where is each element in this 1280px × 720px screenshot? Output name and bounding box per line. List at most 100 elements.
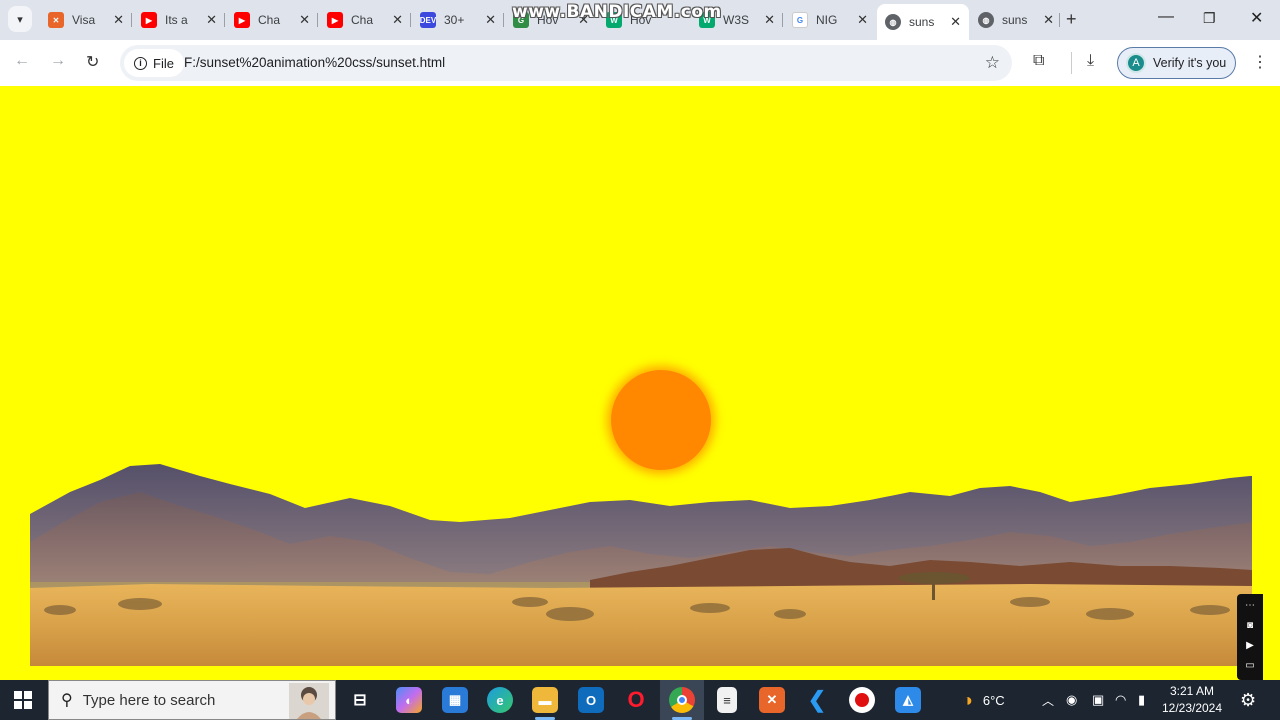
tab-nig[interactable]: G NIG ✕ bbox=[784, 4, 876, 36]
chrome-button[interactable] bbox=[669, 687, 695, 713]
system-clock[interactable]: 3:21 AM 12/23/2024 bbox=[1158, 683, 1226, 717]
extensions-button[interactable]: ⧉ bbox=[1033, 52, 1044, 70]
task-view-button[interactable]: ⊟ bbox=[347, 687, 373, 713]
tab-divider bbox=[782, 13, 783, 27]
clock-date: 12/23/2024 bbox=[1161, 701, 1223, 715]
close-tab-icon[interactable]: ✕ bbox=[857, 12, 868, 28]
address-bar[interactable]: i File F:/sunset%20animation%20css/sunse… bbox=[120, 45, 1012, 81]
close-icon: ✕ bbox=[1250, 10, 1264, 27]
url-text[interactable]: F:/sunset%20animation%20css/sunset.html bbox=[184, 55, 445, 70]
task-view-icon: ⊟ bbox=[353, 692, 367, 709]
reload-icon: ↻ bbox=[86, 54, 100, 71]
tray-app-button[interactable]: ◉ bbox=[1066, 680, 1077, 720]
page-viewport bbox=[0, 86, 1280, 680]
tab-30-plus[interactable]: DEV 30+ ✕ bbox=[412, 4, 504, 36]
tab-divider bbox=[410, 13, 411, 27]
close-tab-icon[interactable]: ✕ bbox=[113, 12, 124, 28]
more-icon[interactable]: ⋯ bbox=[1245, 596, 1255, 616]
photos-button[interactable]: ◭ bbox=[895, 687, 921, 713]
downloads-button[interactable]: ⤓ bbox=[1087, 52, 1094, 70]
tab-cha-1[interactable]: ▶ Cha ✕ bbox=[226, 4, 318, 36]
tab-label: NIG bbox=[816, 13, 838, 27]
notepad-button[interactable]: ≡ bbox=[717, 687, 737, 713]
copilot-button[interactable]: ◐ bbox=[396, 687, 422, 713]
tab-divider bbox=[131, 13, 132, 27]
weather-widget[interactable]: ◑ 6°C bbox=[962, 680, 1005, 720]
forward-button[interactable]: → bbox=[50, 52, 66, 70]
xampp-icon: ✕ bbox=[766, 692, 778, 707]
tab-cha-2[interactable]: ▶ Cha ✕ bbox=[319, 4, 411, 36]
close-window-button[interactable]: ✕ bbox=[1250, 8, 1263, 28]
gear-icon: ⚙ bbox=[1240, 689, 1257, 710]
photos-icon: ◭ bbox=[903, 692, 913, 707]
camera-icon[interactable]: ◙ bbox=[1247, 616, 1253, 636]
show-hidden-icons-button[interactable]: ︿ bbox=[1042, 680, 1054, 720]
reload-button[interactable]: ↻ bbox=[86, 52, 99, 72]
google-icon: G bbox=[792, 12, 808, 28]
start-button[interactable] bbox=[14, 691, 32, 709]
tab-divider bbox=[503, 13, 504, 27]
toolbar-divider bbox=[1071, 52, 1072, 74]
settings-button[interactable]: ⚙ bbox=[1240, 680, 1256, 720]
tab-sunset-active[interactable]: ◍ suns ✕ bbox=[877, 4, 969, 40]
dev-icon: DEV bbox=[420, 12, 436, 28]
close-tab-icon[interactable]: ✕ bbox=[1043, 12, 1054, 28]
browser-menu-button[interactable]: ⋮ bbox=[1252, 52, 1268, 72]
device-tray-button[interactable]: ▣ bbox=[1092, 680, 1104, 720]
network-button[interactable]: ◠ bbox=[1115, 680, 1126, 720]
opera-icon: O bbox=[627, 687, 645, 712]
file-explorer-button[interactable]: ▬ bbox=[532, 687, 558, 713]
windows-taskbar: ⚲ Type here to search ⊟ ◐ ▦ e ▬ O O ≡ ✕ … bbox=[0, 680, 1280, 720]
close-tab-icon[interactable]: ✕ bbox=[206, 12, 217, 28]
chevron-down-icon: ▾ bbox=[17, 13, 23, 26]
vscode-button[interactable]: ❮ bbox=[804, 687, 830, 713]
verify-label: Verify it's you bbox=[1153, 56, 1227, 70]
document-icon: ≡ bbox=[723, 692, 731, 708]
back-button[interactable]: ← bbox=[14, 52, 30, 70]
info-icon: i bbox=[134, 56, 147, 70]
minimize-button[interactable]: — bbox=[1158, 8, 1174, 26]
weather-temp: 6°C bbox=[982, 692, 1005, 708]
tab-divider bbox=[317, 13, 318, 27]
restore-button[interactable]: ❐ bbox=[1203, 10, 1216, 27]
opera-button[interactable]: O bbox=[623, 687, 649, 713]
tab-label: suns bbox=[909, 15, 935, 29]
tab-label: Visa bbox=[72, 13, 96, 27]
bandicam-button[interactable] bbox=[849, 687, 875, 713]
close-tab-icon[interactable]: ✕ bbox=[764, 12, 775, 28]
volume-button[interactable]: ▮ bbox=[1138, 680, 1145, 720]
taskbar-search[interactable]: ⚲ Type here to search bbox=[48, 680, 336, 720]
bandicam-watermark: www.BANDICAM.com bbox=[512, 2, 722, 22]
bookmark-star-icon[interactable]: ☆ bbox=[985, 53, 1000, 73]
arrow-right-icon: → bbox=[50, 52, 66, 69]
tab-divider bbox=[1059, 13, 1060, 27]
search-highlight-illustration bbox=[289, 683, 329, 719]
tab-search-button[interactable]: ▾ bbox=[8, 6, 32, 32]
desert-landscape-image bbox=[30, 464, 1252, 666]
close-tab-icon[interactable]: ✕ bbox=[299, 12, 310, 28]
microsoft-store-button[interactable]: ▦ bbox=[442, 687, 468, 713]
minimize-icon: — bbox=[1158, 8, 1174, 25]
tab-label: suns bbox=[1002, 13, 1028, 27]
close-tab-icon[interactable]: ✕ bbox=[950, 14, 961, 30]
chrome-icon bbox=[677, 695, 687, 705]
window-icon[interactable]: ▭ bbox=[1245, 656, 1254, 676]
youtube-icon: ▶ bbox=[327, 12, 343, 28]
tab-sunset[interactable]: ◍ suns ✕ bbox=[970, 4, 1062, 36]
close-tab-icon[interactable]: ✕ bbox=[485, 12, 496, 28]
site-info-button[interactable]: i File bbox=[124, 49, 184, 77]
xampp-icon: ✕ bbox=[48, 12, 64, 28]
tab-visa[interactable]: ✕ Visa ✕ bbox=[40, 4, 132, 36]
search-icon: ⚲ bbox=[61, 692, 73, 709]
video-camera-icon[interactable]: ▶ bbox=[1246, 636, 1254, 656]
copilot-icon: ◐ bbox=[405, 692, 413, 708]
verify-profile-button[interactable]: A Verify it's you bbox=[1117, 47, 1236, 79]
tab-strip: ▾ ✕ Visa ✕ ▶ Its a ✕ ▶ Cha ✕ ▶ Cha ✕ DEV… bbox=[0, 0, 1280, 40]
edge-button[interactable]: e bbox=[487, 687, 513, 713]
new-tab-button[interactable]: + bbox=[1066, 9, 1077, 30]
close-tab-icon[interactable]: ✕ bbox=[392, 12, 403, 28]
device-icon: ▣ bbox=[1092, 692, 1105, 707]
outlook-button[interactable]: O bbox=[578, 687, 604, 713]
tab-its-a[interactable]: ▶ Its a ✕ bbox=[133, 4, 225, 36]
xampp-button[interactable]: ✕ bbox=[759, 687, 785, 713]
